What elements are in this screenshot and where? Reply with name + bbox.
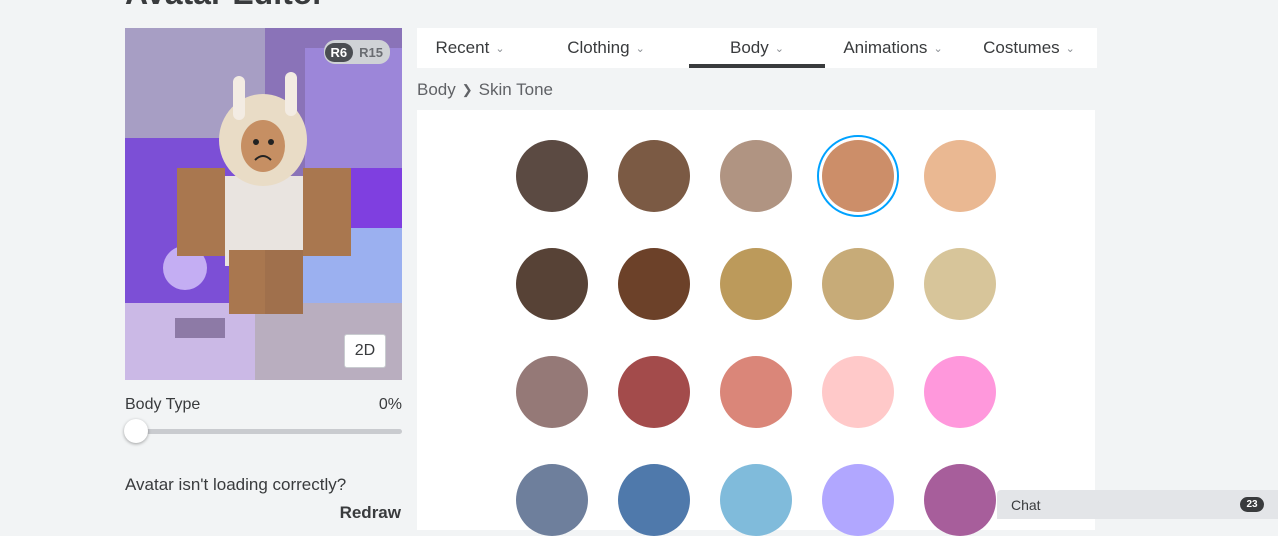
redraw-button[interactable]: Redraw [300,503,401,523]
skin-tone-swatch[interactable] [924,356,996,428]
chevron-down-icon: ⌄ [1065,42,1075,55]
tab-animations[interactable]: Animations ⌄ [825,28,961,68]
body-type-value: 0% [378,396,402,413]
skin-tone-swatch[interactable] [924,464,996,536]
tab-clothing[interactable]: Clothing ⌄ [523,28,689,68]
chevron-down-icon: ⌄ [774,42,784,55]
category-tabs: Recent ⌄ Clothing ⌄ Body ⌄ Animations ⌄ Cost… [417,28,1097,68]
chat-unread-badge: 23 [1240,497,1264,512]
page-title: Avatar Editor [125,0,325,9]
rig-r15-option[interactable]: R15 [353,43,389,62]
chevron-down-icon: ⌄ [495,42,505,55]
breadcrumb: Body ❯ Skin Tone [417,80,553,100]
breadcrumb-parent[interactable]: Body [417,80,456,100]
tab-recent[interactable]: Recent ⌄ [417,28,523,68]
skin-tone-swatch[interactable] [516,356,588,428]
body-type-label: Body Type [125,396,201,413]
skin-tone-swatch[interactable] [618,356,690,428]
skin-tone-swatch[interactable] [720,140,792,212]
skin-tone-swatch[interactable] [720,248,792,320]
chevron-down-icon: ⌄ [635,42,645,55]
skin-tone-swatch[interactable] [516,464,588,536]
rig-r6-option[interactable]: R6 [324,42,354,62]
skin-tone-grid [417,110,1095,536]
skin-tone-swatch[interactable] [720,464,792,536]
skin-tone-swatch[interactable] [817,135,899,217]
skin-tone-swatch[interactable] [618,464,690,536]
chevron-right-icon: ❯ [461,82,473,97]
skin-tone-swatch[interactable] [822,356,894,428]
chat-bar[interactable]: Chat 23 [997,490,1278,519]
body-type-slider-handle[interactable] [124,419,148,443]
chat-label: Chat [1011,496,1041,513]
avatar-preview[interactable]: R6 R15 2D [125,28,402,380]
rig-type-toggle[interactable]: R6 R15 [323,40,390,64]
skin-tone-swatch[interactable] [516,140,588,212]
avatar-render-image [125,28,402,380]
skin-tone-swatch[interactable] [822,248,894,320]
body-type-slider-track[interactable] [125,429,402,434]
skin-tone-swatch[interactable] [924,140,996,212]
avatar-help-text: Avatar isn't loading correctly? [125,475,347,494]
breadcrumb-current: Skin Tone [478,80,554,99]
skin-tone-swatch[interactable] [924,248,996,320]
chevron-down-icon: ⌄ [933,42,943,55]
skin-tone-swatch[interactable] [516,248,588,320]
skin-tone-swatch[interactable] [720,356,792,428]
skin-tone-swatch[interactable] [618,248,690,320]
tab-costumes[interactable]: Costumes ⌄ [961,28,1097,68]
skin-tone-swatch[interactable] [822,464,894,536]
toggle-2d-button[interactable]: 2D [344,334,386,368]
tab-body[interactable]: Body ⌄ [689,28,825,68]
skin-tone-swatch[interactable] [618,140,690,212]
